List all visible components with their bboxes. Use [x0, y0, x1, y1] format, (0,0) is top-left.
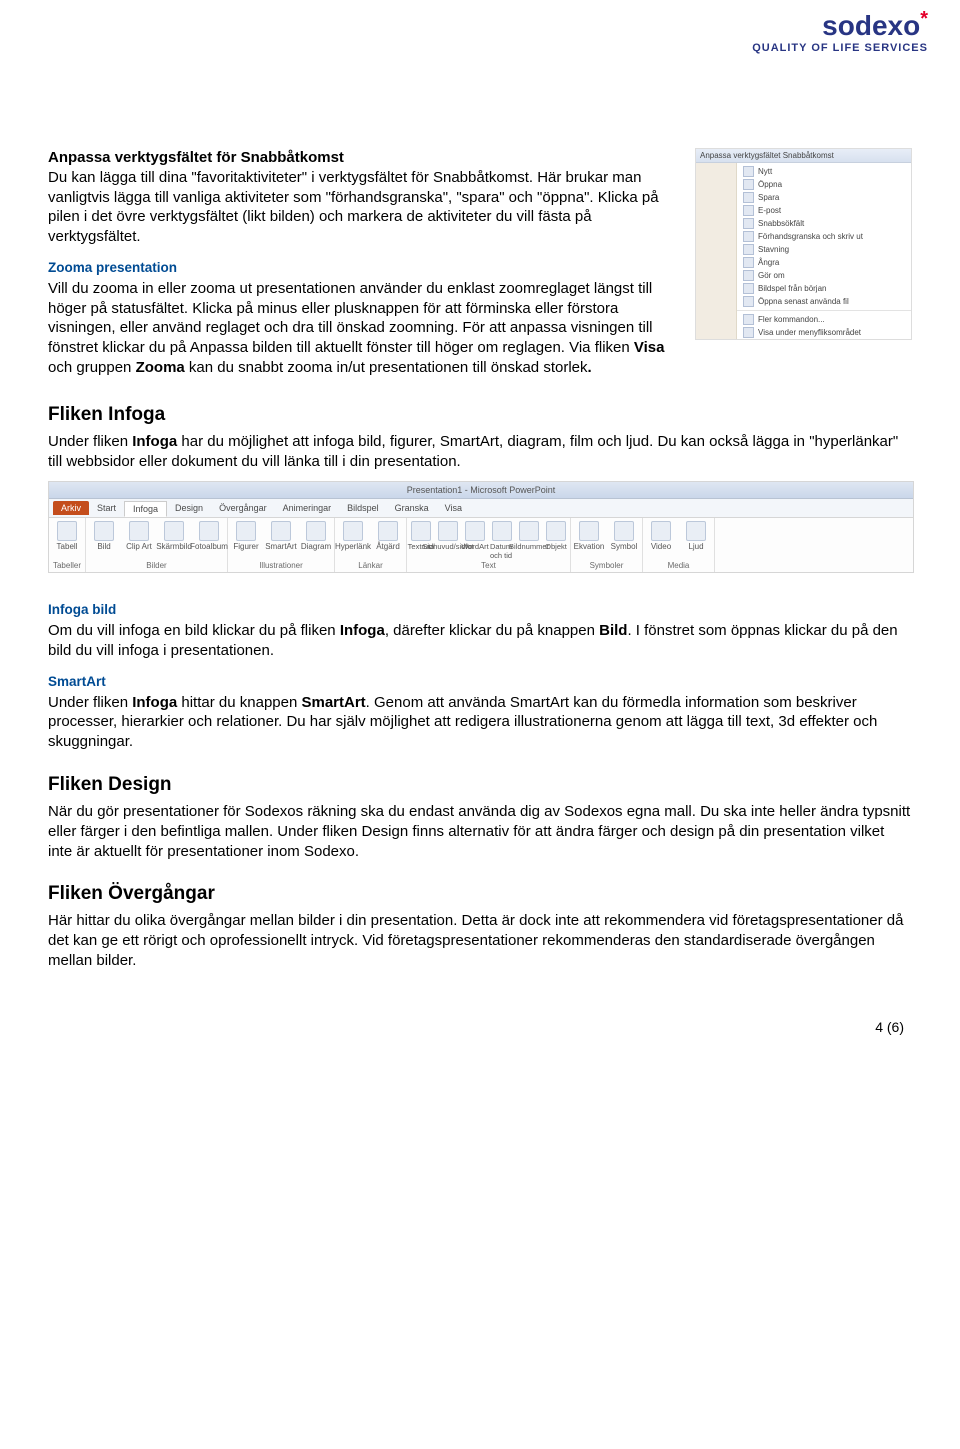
heading-fliken-infoga: Fliken Infoga: [48, 404, 912, 426]
screenshot-infoga-ribbon: Presentation1 - Microsoft PowerPoint Ark…: [48, 481, 914, 573]
ribbon-button: Bildnummer: [517, 521, 541, 551]
para-infoga-bild: Om du vill infoga en bild klickar du på …: [48, 621, 912, 661]
ribbon-button: Figurer: [230, 521, 262, 551]
para-smartart: Under fliken Infoga hittar du knappen Sm…: [48, 693, 912, 752]
ribbon-button-icon: [686, 521, 706, 541]
ribbon-button: SmartArt: [265, 521, 297, 551]
dropdown-item: Öppna: [737, 178, 911, 191]
ribbon-tab: Övergångar: [211, 501, 275, 515]
ribbon-button: Datum och tid: [490, 521, 514, 560]
ribbon-button-icon: [306, 521, 326, 541]
ribbon-button: Bild: [88, 521, 120, 551]
ribbon-button-icon: [465, 521, 485, 541]
ribbon-tabs: ArkivStartInfogaDesignÖvergångarAnimerin…: [49, 499, 913, 518]
dropdown-item: Förhandsgranska och skriv ut: [737, 230, 911, 243]
dropdown-item: Ångra: [737, 256, 911, 269]
dropdown-item: Bildspel från början: [737, 282, 911, 295]
ribbon-button: Diagram: [300, 521, 332, 551]
dropdown-item: E-post: [737, 204, 911, 217]
ribbon-tab: Animeringar: [275, 501, 340, 515]
ribbon-button-icon: [651, 521, 671, 541]
ribbon-button: Skärmbild: [158, 521, 190, 551]
ribbon-button-icon: [378, 521, 398, 541]
ribbon-group: BildClip ArtSkärmbildFotoalbumBilder: [86, 518, 228, 572]
ribbon-tab: Granska: [387, 501, 437, 515]
ribbon-title: Presentation1 - Microsoft PowerPoint: [49, 482, 913, 499]
ribbon-button: Objekt: [544, 521, 568, 551]
dropdown-item: Visa under menyfliksområdet: [737, 326, 911, 339]
dropdown-item: Stavning: [737, 243, 911, 256]
ribbon-button: Ljud: [680, 521, 712, 551]
ribbon-group: VideoLjudMedia: [643, 518, 715, 572]
ribbon-button: WordArt: [463, 521, 487, 551]
ribbon-button-icon: [546, 521, 566, 541]
ribbon-button-icon: [492, 521, 512, 541]
para-fliken-design: När du gör presentationer för Sodexos rä…: [48, 802, 912, 861]
ribbon-button-icon: [519, 521, 539, 541]
star-icon: *: [920, 8, 928, 30]
ribbon-group: HyperlänkÅtgärdLänkar: [335, 518, 407, 572]
ribbon-group: TextrutaSidhuvud/sidfotWordArtDatum och …: [407, 518, 571, 572]
ribbon-button: Ekvation: [573, 521, 605, 551]
ribbon-button-icon: [271, 521, 291, 541]
ribbon-button: Hyperlänk: [337, 521, 369, 551]
ribbon-groups: TabellTabellerBildClip ArtSkärmbildFotoa…: [49, 518, 913, 572]
logo: sodexo* QUALITY OF LIFE SERVICES: [752, 12, 928, 54]
heading-infoga-bild: Infoga bild: [48, 601, 912, 619]
ribbon-button-icon: [164, 521, 184, 541]
ribbon-tab: Infoga: [124, 501, 167, 517]
ribbon-button-icon: [411, 521, 431, 541]
para-fliken-overgangar: Här hittar du olika övergångar mellan bi…: [48, 911, 912, 970]
ribbon-button: Åtgärd: [372, 521, 404, 551]
para-fliken-infoga: Under fliken Infoga har du möjlighet att…: [48, 432, 912, 472]
ribbon-button: Fotoalbum: [193, 521, 225, 551]
ribbon-button: Tabell: [51, 521, 83, 551]
ribbon-button-icon: [236, 521, 256, 541]
dropdown-item: Öppna senast använda fil: [737, 295, 911, 308]
ribbon-tab: Start: [89, 501, 124, 515]
dropdown-item: Snabbsökfält: [737, 217, 911, 230]
dropdown-item: Nytt: [737, 165, 911, 178]
ribbon-group: TabellTabeller: [49, 518, 86, 572]
heading-fliken-overgangar: Fliken Övergångar: [48, 883, 912, 905]
ribbon-button: Video: [645, 521, 677, 551]
ribbon-tab: Visa: [437, 501, 470, 515]
ribbon-button-icon: [438, 521, 458, 541]
ribbon-button-icon: [94, 521, 114, 541]
logo-tagline: QUALITY OF LIFE SERVICES: [752, 42, 928, 54]
page-number: 4 (6): [48, 1019, 912, 1035]
ribbon-button: Clip Art: [123, 521, 155, 551]
ribbon-button-icon: [57, 521, 77, 541]
dropdown-title: Anpassa verktygsfältet Snabbåtkomst: [696, 149, 911, 163]
ribbon-group: EkvationSymbolSymboler: [571, 518, 643, 572]
ribbon-tab: Arkiv: [53, 501, 89, 515]
screenshot-quick-access-dropdown: Anpassa verktygsfältet Snabbåtkomst Nytt…: [695, 148, 912, 340]
ribbon-button-icon: [614, 521, 634, 541]
ribbon-button-icon: [343, 521, 363, 541]
logo-name: sodexo: [822, 10, 920, 41]
ribbon-group: FigurerSmartArtDiagramIllustrationer: [228, 518, 335, 572]
ribbon-button: Symbol: [608, 521, 640, 551]
ribbon-button-icon: [199, 521, 219, 541]
ribbon-tab: Bildspel: [339, 501, 387, 515]
dropdown-item: Fler kommandon...: [737, 313, 911, 326]
dropdown-item: Gör om: [737, 269, 911, 282]
ribbon-button-icon: [579, 521, 599, 541]
ribbon-button-icon: [129, 521, 149, 541]
dropdown-item: Spara: [737, 191, 911, 204]
ribbon-button: Sidhuvud/sidfot: [436, 521, 460, 551]
heading-fliken-design: Fliken Design: [48, 774, 912, 796]
ribbon-tab: Design: [167, 501, 211, 515]
logo-text: sodexo*: [752, 12, 928, 40]
heading-smartart: SmartArt: [48, 673, 912, 691]
